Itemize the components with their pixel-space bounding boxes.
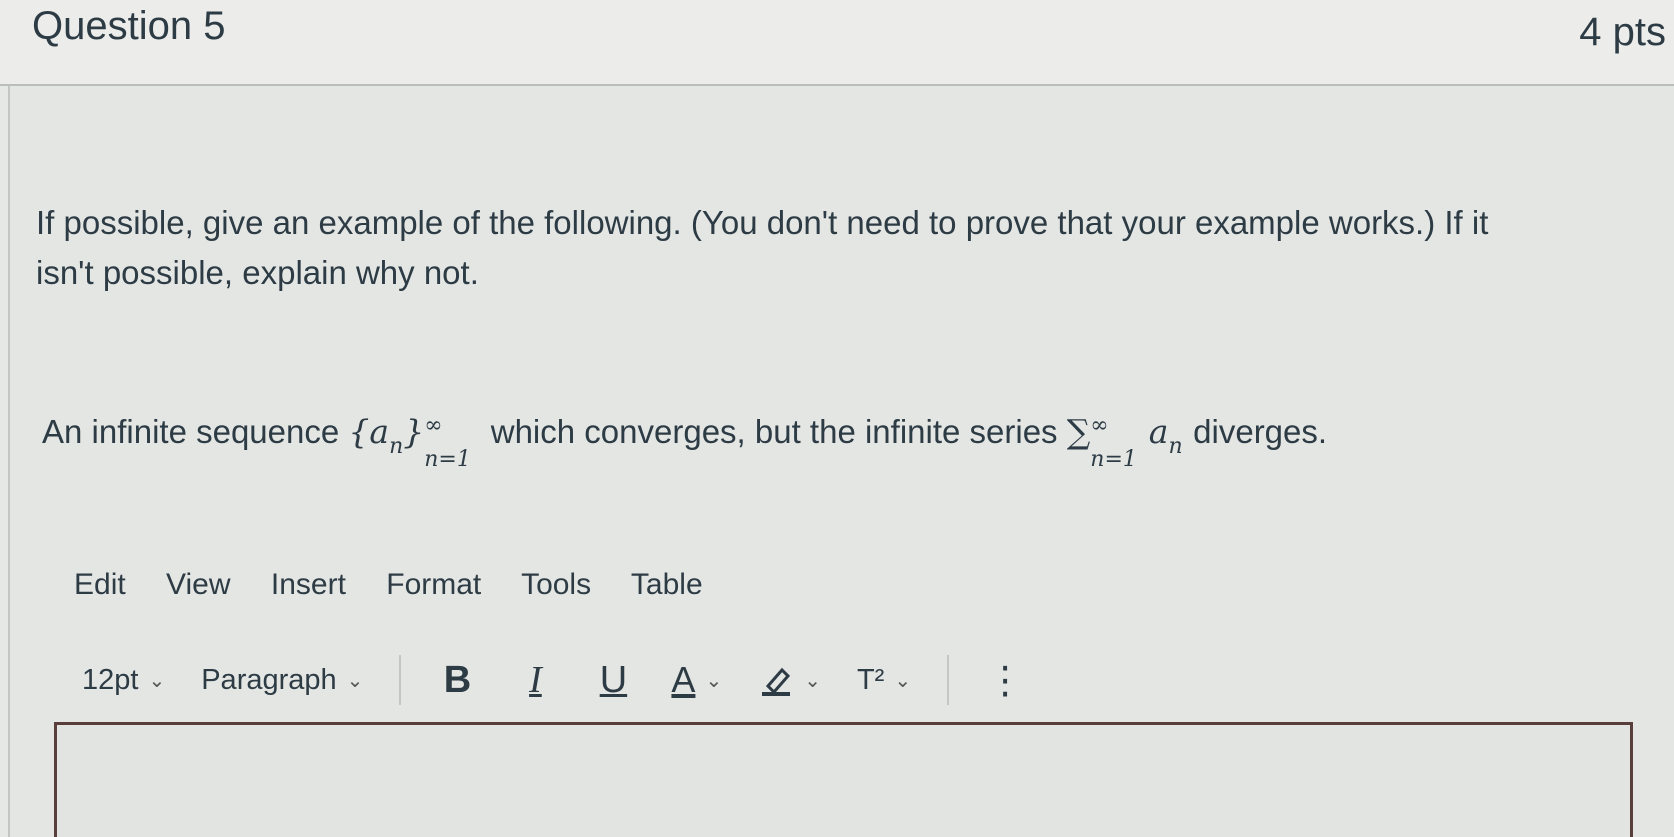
answer-editor[interactable] [54,722,1633,837]
chevron-down-icon: ⌄ [894,669,912,692]
sum-var-sub: n [1168,434,1183,459]
italic-icon: I [529,659,542,701]
highlighter-icon [762,667,791,696]
text-color-button[interactable]: A ⌄ [671,659,722,701]
menu-table[interactable]: Table [631,568,703,601]
chevron-down-icon: ⌄ [346,669,364,692]
problem-text-after: diverges. [1193,413,1328,450]
font-size-value: 12pt [82,663,139,696]
question-title: Question 5 [32,4,226,48]
menu-insert[interactable]: Insert [271,568,346,601]
underline-button[interactable]: U [593,658,633,702]
chevron-down-icon: ⌄ [804,669,821,692]
underline-icon: U [599,658,628,701]
chevron-down-icon: ⌄ [705,669,723,692]
bold-icon: B [443,658,472,701]
more-vertical-icon: ⋮ [986,659,1025,702]
superscript-icon: T² [856,663,885,696]
seq-close-brace: } [403,412,425,451]
block-format-value: Paragraph [201,663,337,696]
more-options-button[interactable]: ⋮ [985,658,1025,702]
series-expression: ∑ ∞ n=1 an [1066,412,1193,472]
question-header: Question 5 4 pts [0,0,1674,86]
sum-sup: ∞ [1090,413,1109,438]
sequence-expression: {an} ∞ n=1 [348,412,476,472]
menu-view[interactable]: View [166,568,230,601]
menu-format[interactable]: Format [386,568,481,601]
question-prompt: If possible, give an example of the foll… [36,198,1656,298]
font-size-select[interactable]: 12pt ⌄ [82,664,165,697]
bold-button[interactable]: B [437,658,477,702]
toolbar-divider [399,655,402,705]
sum-sub: n=1 [1090,447,1137,472]
menu-tools[interactable]: Tools [521,568,591,601]
editor-toolbar: 12pt ⌄ Paragraph ⌄ B I U A ⌄ ⌄ T² ⌄ ⋮ [82,650,1063,710]
sum-symbol: ∑ [1066,412,1091,451]
seq-var-sub: n [389,434,404,459]
seq-sup: ∞ [424,413,443,438]
text-color-icon: A [671,659,696,700]
highlight-color-button[interactable]: ⌄ [758,662,821,698]
prompt-line-2: isn't possible, explain why not. [36,254,479,291]
seq-sub: n=1 [424,447,471,472]
toolbar-divider [947,655,950,705]
italic-button[interactable]: I [515,658,555,702]
superscript-button[interactable]: T² ⌄ [857,664,911,697]
chevron-down-icon: ⌄ [148,669,166,692]
editor-menubar: Edit View Insert Format Tools Table [74,568,735,602]
prompt-line-1: If possible, give an example of the foll… [36,204,1489,241]
problem-text-before: An infinite sequence [42,413,340,450]
sum-var: a [1148,412,1169,451]
seq-open-brace: { [348,412,370,451]
question-points: 4 pts [1579,10,1666,54]
block-format-select[interactable]: Paragraph ⌄ [201,664,363,697]
menu-edit[interactable]: Edit [74,568,126,601]
problem-statement: An infinite sequence {an} ∞ n=1 which conv… [42,412,1328,472]
problem-text-middle: which converges, but the infinite series [490,413,1058,450]
seq-var: a [369,412,390,451]
